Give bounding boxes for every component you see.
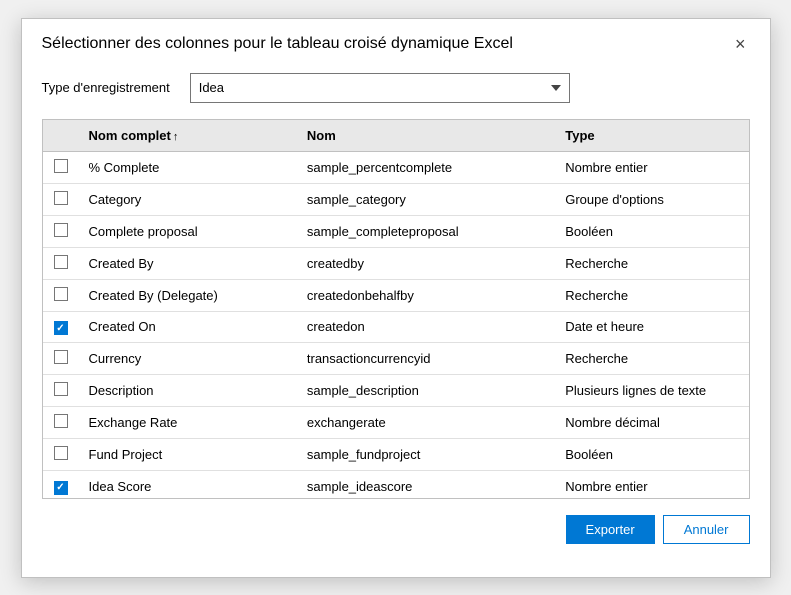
cell-type: Recherche (555, 343, 748, 375)
row-checkbox[interactable] (54, 287, 68, 301)
cell-nom-complet: Fund Project (79, 439, 297, 471)
cell-type: Recherche (555, 279, 748, 311)
row-checkbox[interactable] (54, 481, 68, 495)
dialog-header: Sélectionner des colonnes pour le tablea… (22, 19, 770, 65)
cell-nom: exchangerate (297, 407, 555, 439)
table-row: Idea Scoresample_ideascoreNombre entier (43, 471, 749, 499)
table-row: Categorysample_categoryGroupe d'options (43, 183, 749, 215)
table-header-row: Nom complet↑ Nom Type (43, 120, 749, 152)
row-checkbox[interactable] (54, 446, 68, 460)
cell-nom-complet: Category (79, 183, 297, 215)
table-row: Created By (Delegate)createdonbehalfbyRe… (43, 279, 749, 311)
record-type-row: Type d'enregistrement Idea (22, 65, 770, 119)
row-checkbox[interactable] (54, 255, 68, 269)
dialog: Sélectionner des colonnes pour le tablea… (21, 18, 771, 578)
cell-nom: sample_category (297, 183, 555, 215)
checkbox-col-header (43, 120, 79, 152)
cell-nom-complet: Created By (79, 247, 297, 279)
table-row: CurrencytransactioncurrencyidRecherche (43, 343, 749, 375)
cell-type: Plusieurs lignes de texte (555, 375, 748, 407)
cell-type: Nombre décimal (555, 407, 748, 439)
cell-type: Booléen (555, 439, 748, 471)
cell-nom-complet: % Complete (79, 151, 297, 183)
cell-nom: sample_fundproject (297, 439, 555, 471)
table-container: Nom complet↑ Nom Type % Completesample_p… (42, 119, 750, 499)
cell-type: Recherche (555, 247, 748, 279)
cell-type: Date et heure (555, 311, 748, 343)
cell-nom: sample_ideascore (297, 471, 555, 499)
row-checkbox[interactable] (54, 321, 68, 335)
table-row: Descriptionsample_descriptionPlusieurs l… (43, 375, 749, 407)
cell-nom-complet: Exchange Rate (79, 407, 297, 439)
cell-nom-complet: Description (79, 375, 297, 407)
table-body: % Completesample_percentcompleteNombre e… (43, 151, 749, 499)
record-type-select[interactable]: Idea (190, 73, 570, 103)
cell-type: Booléen (555, 215, 748, 247)
type-col-header: Type (555, 120, 748, 152)
cell-type: Groupe d'options (555, 183, 748, 215)
close-button[interactable]: × (731, 35, 750, 53)
cell-nom-complet: Idea Score (79, 471, 297, 499)
cell-nom: sample_description (297, 375, 555, 407)
table-row: % Completesample_percentcompleteNombre e… (43, 151, 749, 183)
cell-type: Nombre entier (555, 471, 748, 499)
row-checkbox[interactable] (54, 350, 68, 364)
export-button[interactable]: Exporter (566, 515, 655, 544)
cell-nom: sample_completeproposal (297, 215, 555, 247)
cell-nom: createdon (297, 311, 555, 343)
cell-nom: createdonbehalfby (297, 279, 555, 311)
cell-type: Nombre entier (555, 151, 748, 183)
nom-complet-col-header[interactable]: Nom complet↑ (79, 120, 297, 152)
columns-table: Nom complet↑ Nom Type % Completesample_p… (43, 120, 749, 499)
cell-nom-complet: Currency (79, 343, 297, 375)
cell-nom-complet: Created By (Delegate) (79, 279, 297, 311)
cancel-button[interactable]: Annuler (663, 515, 750, 544)
nom-col-header: Nom (297, 120, 555, 152)
row-checkbox[interactable] (54, 159, 68, 173)
table-row: Complete proposalsample_completeproposal… (43, 215, 749, 247)
cell-nom: sample_percentcomplete (297, 151, 555, 183)
dialog-title: Sélectionner des colonnes pour le tablea… (42, 35, 513, 53)
table-row: Fund Projectsample_fundprojectBooléen (43, 439, 749, 471)
row-checkbox[interactable] (54, 382, 68, 396)
cell-nom-complet: Complete proposal (79, 215, 297, 247)
table-row: Created OncreatedonDate et heure (43, 311, 749, 343)
row-checkbox[interactable] (54, 191, 68, 205)
table-row: Exchange RateexchangerateNombre décimal (43, 407, 749, 439)
cell-nom: createdby (297, 247, 555, 279)
cell-nom: transactioncurrencyid (297, 343, 555, 375)
sort-arrow-icon: ↑ (173, 131, 179, 143)
row-checkbox[interactable] (54, 414, 68, 428)
row-checkbox[interactable] (54, 223, 68, 237)
dialog-footer: Exporter Annuler (22, 499, 770, 560)
cell-nom-complet: Created On (79, 311, 297, 343)
table-row: Created BycreatedbyRecherche (43, 247, 749, 279)
record-type-label: Type d'enregistrement (42, 80, 170, 95)
